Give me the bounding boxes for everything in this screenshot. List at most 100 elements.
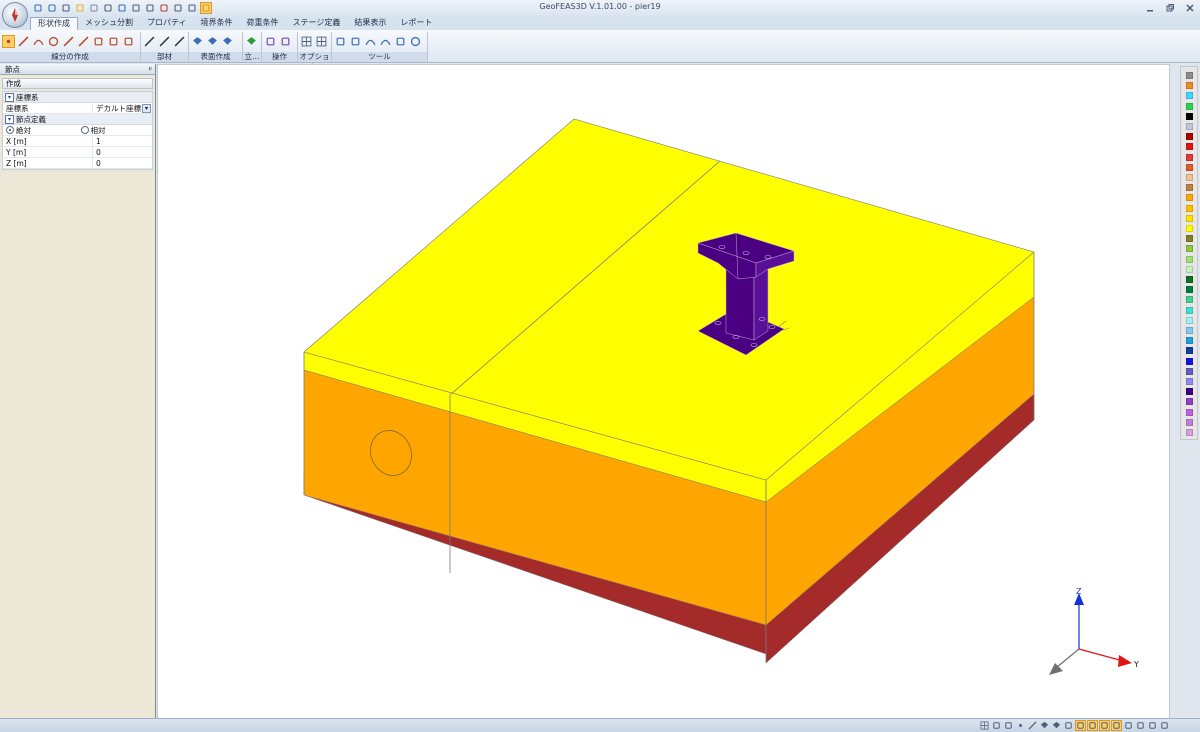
transform-icon[interactable] [264, 35, 277, 48]
line-toggle-icon[interactable] [1027, 720, 1038, 731]
color-swatch[interactable] [1186, 429, 1193, 436]
collapse-icon[interactable]: ▾ [5, 92, 14, 102]
minimize-button[interactable] [1144, 2, 1156, 13]
result-toggle-icon[interactable] [1099, 720, 1110, 731]
surface-icon[interactable] [191, 35, 204, 48]
grid-icon[interactable] [315, 35, 328, 48]
tab-4[interactable]: 荷重条件 [240, 17, 286, 30]
radio-absolute[interactable]: 絶対 [3, 125, 78, 136]
application-button[interactable] [2, 2, 28, 28]
coordinate-value-input[interactable]: 0 [93, 147, 152, 157]
color-swatch[interactable] [1186, 163, 1193, 171]
member-edit-icon[interactable] [173, 35, 186, 48]
tab-1[interactable]: メッシュ分割 [78, 17, 140, 30]
circle-icon[interactable] [47, 35, 60, 48]
line-icon[interactable] [17, 35, 30, 48]
color-swatch[interactable] [1186, 204, 1193, 212]
mesh-toggle-icon[interactable] [1063, 720, 1074, 731]
color-swatch[interactable] [1186, 153, 1193, 161]
extend-icon[interactable] [122, 35, 135, 48]
color-swatch[interactable] [1186, 357, 1193, 365]
measure-icon[interactable] [334, 35, 347, 48]
coordinate-value-input[interactable]: 0 [93, 158, 152, 168]
color-swatch[interactable] [1186, 214, 1193, 222]
window-toggle-icon[interactable] [1147, 720, 1158, 731]
support-toggle-icon[interactable] [1087, 720, 1098, 731]
tab-3[interactable]: 境界条件 [194, 17, 240, 30]
view-list-icon[interactable] [1003, 720, 1014, 731]
color-swatch[interactable] [1186, 255, 1193, 263]
color-swatch[interactable] [1186, 112, 1193, 120]
surface-extrude-icon[interactable] [206, 35, 219, 48]
pin-icon[interactable] [394, 35, 407, 48]
split-line-icon[interactable] [77, 35, 90, 48]
color-swatch[interactable] [1186, 327, 1193, 334]
color-swatch[interactable] [1186, 337, 1193, 345]
color-swatch[interactable] [1186, 388, 1193, 396]
copy-icon[interactable] [279, 35, 292, 48]
solid-toggle-icon[interactable] [1051, 720, 1062, 731]
member-delete-icon[interactable] [158, 35, 171, 48]
chevron-down-icon[interactable]: ▾ [142, 103, 151, 113]
color-swatch[interactable] [1186, 306, 1193, 314]
redo-icon[interactable] [379, 35, 392, 48]
color-swatch[interactable] [1186, 225, 1193, 232]
surface-revolve-icon[interactable] [221, 35, 234, 48]
member-icon[interactable] [143, 35, 156, 48]
layer-toggle-icon[interactable] [1111, 720, 1122, 731]
fullscreen-icon[interactable] [1159, 720, 1170, 731]
color-swatch[interactable] [1186, 82, 1193, 90]
node-toggle-icon[interactable] [1015, 720, 1026, 731]
color-swatch[interactable] [1186, 347, 1193, 355]
scale-toggle-icon[interactable] [1123, 720, 1134, 731]
erase-icon[interactable] [349, 35, 362, 48]
undo-icon[interactable] [364, 35, 377, 48]
panel-toggle-icon[interactable] [1135, 720, 1146, 731]
color-swatch[interactable] [1186, 265, 1193, 273]
category-coordinate-system[interactable]: ▾ 座標系 [3, 92, 152, 103]
coordinate-system-select[interactable]: デカルト座標 ▾ [93, 103, 152, 113]
color-swatch[interactable] [1186, 296, 1193, 304]
solid-icon[interactable] [245, 35, 258, 48]
radio-relative[interactable]: 相対 [78, 125, 153, 136]
view-grid-icon[interactable] [979, 720, 990, 731]
help-icon[interactable] [409, 35, 422, 48]
color-swatch[interactable] [1186, 184, 1193, 192]
color-swatch[interactable] [1186, 194, 1193, 202]
color-swatch[interactable] [1186, 235, 1193, 243]
node-icon[interactable] [2, 35, 15, 48]
color-swatch[interactable] [1186, 72, 1193, 79]
tab-0[interactable]: 形状作成 [30, 17, 78, 30]
tab-7[interactable]: レポート [393, 17, 439, 30]
spline-icon[interactable] [62, 35, 75, 48]
coordinate-value-input[interactable]: 1 [93, 136, 152, 146]
color-swatch[interactable] [1186, 174, 1193, 181]
color-swatch[interactable] [1186, 92, 1193, 100]
tab-6[interactable]: 結果表示 [347, 17, 393, 30]
load-toggle-icon[interactable] [1075, 720, 1086, 731]
surface-toggle-icon[interactable] [1039, 720, 1050, 731]
grid-snap-icon[interactable] [300, 35, 313, 48]
3d-viewport[interactable] [157, 64, 1170, 719]
color-swatch[interactable] [1186, 408, 1193, 416]
close-button[interactable] [1184, 2, 1196, 13]
color-swatch[interactable] [1186, 286, 1193, 294]
intersect-icon[interactable] [92, 35, 105, 48]
color-swatch[interactable] [1186, 245, 1193, 253]
tab-5[interactable]: ステージ定義 [286, 17, 348, 30]
color-swatch[interactable] [1186, 378, 1193, 385]
color-swatch[interactable] [1186, 123, 1193, 130]
divide-icon[interactable] [107, 35, 120, 48]
tab-2[interactable]: プロパティ [140, 17, 194, 30]
color-swatch[interactable] [1186, 418, 1193, 426]
color-swatch[interactable] [1186, 316, 1193, 324]
color-swatch[interactable] [1186, 102, 1193, 110]
color-swatch[interactable] [1186, 276, 1193, 283]
category-node-definition[interactable]: ▾ 節点定義 [3, 114, 152, 125]
collapse-icon[interactable]: ▾ [5, 114, 14, 124]
arc-icon[interactable] [32, 35, 45, 48]
color-swatch[interactable] [1186, 398, 1193, 406]
panel-section-create[interactable]: 作成 [2, 78, 153, 89]
color-swatch[interactable] [1186, 133, 1193, 141]
color-swatch[interactable] [1186, 367, 1193, 375]
